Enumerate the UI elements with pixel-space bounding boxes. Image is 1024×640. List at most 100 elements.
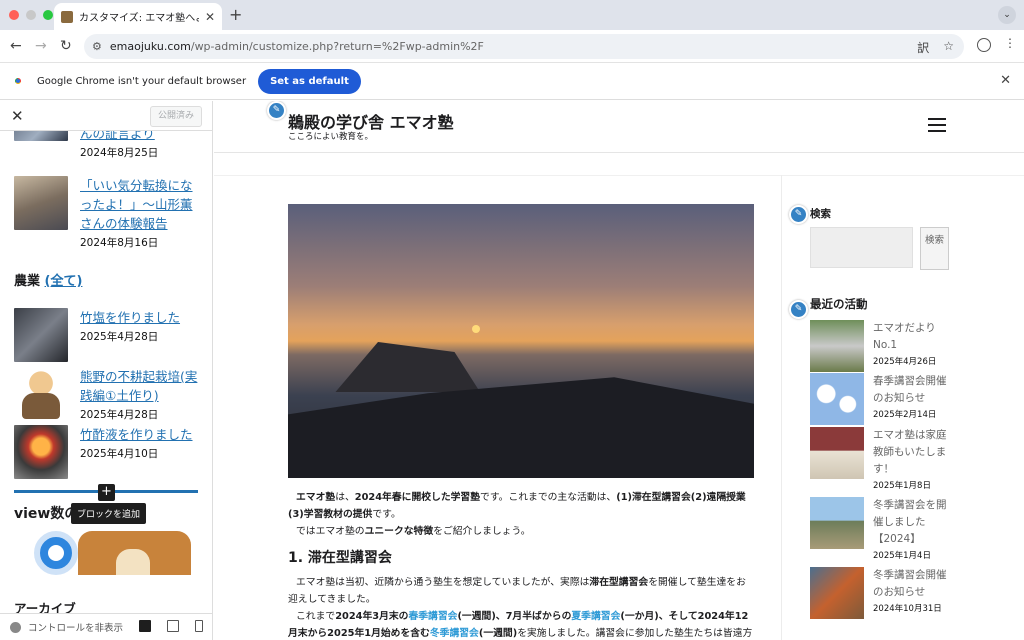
infobar-message: Google Chrome isn't your default browser (37, 75, 247, 87)
post-thumbnail[interactable] (14, 425, 68, 479)
search-button[interactable]: 検索 (920, 227, 949, 270)
site-info-icon[interactable]: ⚙ (92, 40, 102, 53)
recent-date: 2025年1月4日 (873, 551, 931, 561)
sidebar-divider (781, 175, 782, 640)
content-divider (214, 175, 1024, 176)
maximize-window-button[interactable] (43, 10, 53, 20)
reload-icon[interactable]: ↻ (60, 38, 72, 54)
edit-recent-widget-pencil-icon[interactable]: ✎ (789, 300, 808, 319)
tab-search-icon[interactable]: ⌄ (998, 6, 1016, 24)
recent-item: エマオ塾は家庭教師もいたします！ 2025年1月8日 (810, 427, 947, 491)
post-link[interactable]: 熊野の不耕起栽培(実践編①土作り) (80, 367, 200, 405)
article-paragraph: これまで2024年3月末の春季講習会(一週間)、7月半ばからの夏季講習会(一か月… (288, 611, 753, 639)
recent-date: 2025年2月14日 (873, 410, 937, 420)
post-thumbnail[interactable] (14, 176, 68, 230)
customizer-close-icon[interactable]: ✕ (11, 107, 24, 125)
post-date: 2024年8月25日 (80, 147, 159, 159)
recent-thumbnail[interactable] (810, 320, 864, 372)
recent-date: 2025年1月8日 (873, 481, 931, 491)
recent-date: 2024年10月31日 (873, 604, 942, 614)
article-paragraph: ではエマオ塾のユニークな特徴をご紹介しましょう。 (296, 526, 531, 537)
window-controls (9, 10, 53, 20)
url-path: /wp-admin/customize.php?return=%2Fwp-adm… (190, 40, 484, 53)
recent-link[interactable]: 冬季講習会開催のお知らせ (873, 567, 947, 601)
category-name: 農業 (14, 274, 41, 289)
browser-toolbar: ← → ↻ ⚙ emaojuku.com/wp-admin/customize.… (0, 30, 1024, 63)
url-host: emaojuku.com (109, 40, 191, 53)
recent-thumbnail[interactable] (810, 497, 864, 549)
section-heading: 1. 滞在型講習会 (288, 550, 392, 566)
list-item: 「いい気分転換になったよ！」〜山形薫さんの体験報告 2024年8月16日 (14, 176, 200, 250)
translate-icon[interactable]: 訳 (917, 39, 929, 56)
recent-date: 2025年4月26日 (873, 357, 937, 367)
default-browser-infobar: Google Chrome isn't your default browser… (0, 63, 1024, 100)
add-block-tooltip: ブロックを追加 (71, 503, 147, 524)
category-heading: 農業 (全て) (14, 270, 82, 289)
minimize-window-button[interactable] (26, 10, 36, 20)
browser-tab-strip: カスタマイズ: エマオ塾へようこ ✕ + ⌄ (0, 0, 1024, 30)
active-tab[interactable]: カスタマイズ: エマオ塾へようこ ✕ (54, 3, 222, 30)
recent-link[interactable]: 春季講習会開催のお知らせ (873, 373, 947, 407)
post-date: 2025年4月28日 (80, 331, 159, 343)
recent-thumbnail[interactable] (810, 373, 864, 425)
customizer-sidebar: ✕ 公開済み て！」〜稲本能子さんの証言より 2024年8月25日 「いい気分転… (0, 101, 213, 640)
view-count-badge-icon (34, 531, 78, 575)
tab-close-icon[interactable]: ✕ (205, 10, 215, 24)
site-favicon-icon (61, 10, 73, 23)
new-tab-icon[interactable]: + (229, 5, 242, 24)
tablet-preview-icon[interactable] (167, 620, 179, 632)
set-as-default-button[interactable]: Set as default (258, 68, 361, 94)
publish-button[interactable]: 公開済み (150, 106, 202, 127)
recent-item: エマオだよりNo.1 2025年4月26日 (810, 320, 947, 372)
recent-item: 冬季講習会を開催しました【2024】 2025年1月4日 (810, 497, 947, 561)
infobar-close-icon[interactable]: ✕ (1000, 73, 1011, 88)
recent-item: 冬季講習会開催のお知らせ 2024年10月31日 (810, 567, 947, 619)
article-paragraph: エマオ塾は当初、近隣から通う塾生を想定していましたが、実際は滞在型講習会を開催し… (288, 577, 746, 605)
add-block-button[interactable]: + (98, 484, 115, 501)
tab-title: カスタマイズ: エマオ塾へようこ (79, 13, 199, 24)
house-silhouette (335, 342, 480, 392)
recent-link[interactable]: エマオだよりNo.1 (873, 320, 947, 354)
post-thumbnail[interactable] (14, 308, 68, 362)
profile-icon[interactable] (977, 38, 991, 52)
customizer-header: ✕ 公開済み (0, 101, 212, 131)
category-all-link[interactable]: (全て) (45, 274, 83, 289)
site-tagline: こころによい教育を。 (288, 132, 374, 142)
edit-shortcut-pencil-icon[interactable]: ✎ (267, 101, 286, 120)
list-item: 竹酢液を作りました 2025年4月10日 (14, 425, 200, 479)
sun-shape (472, 325, 480, 333)
recent-link[interactable]: 冬季講習会を開催しました【2024】 (873, 497, 947, 548)
recent-widget-title: 最近の活動 (810, 297, 868, 311)
list-item: 竹塩を作りました 2025年4月28日 (14, 308, 200, 362)
post-date: 2025年4月28日 (80, 409, 159, 421)
back-icon[interactable]: ← (10, 38, 22, 54)
customizer-footer: コントロールを非表示 (0, 613, 212, 640)
post-date: 2024年8月16日 (80, 237, 159, 249)
edit-search-widget-pencil-icon[interactable]: ✎ (789, 205, 808, 224)
desktop-preview-icon[interactable] (139, 620, 151, 632)
close-window-button[interactable] (9, 10, 19, 20)
bear-illustration (78, 531, 191, 575)
hide-controls-label[interactable]: コントロールを非表示 (28, 620, 123, 634)
recent-thumbnail[interactable] (810, 427, 864, 479)
mobile-preview-icon[interactable] (195, 620, 203, 632)
post-thumbnail[interactable] (14, 367, 68, 421)
post-date: 2025年4月10日 (80, 448, 159, 460)
hide-controls-icon[interactable] (10, 621, 21, 633)
address-bar[interactable]: ⚙ emaojuku.com/wp-admin/customize.php?re… (84, 34, 964, 59)
recent-item: 春季講習会開催のお知らせ 2025年2月14日 (810, 373, 947, 425)
forward-icon[interactable]: → (35, 38, 47, 54)
site-header: ✎ 鵜殿の学び舎 エマオ塾 こころによい教育を。 (214, 101, 1024, 153)
recent-link[interactable]: エマオ塾は家庭教師もいたします！ (873, 427, 947, 478)
site-preview: ✎ 鵜殿の学び舎 エマオ塾 こころによい教育を。 エマオ塾は、2024年春に開校… (214, 101, 1024, 640)
post-link[interactable]: 竹塩を作りました (80, 308, 200, 327)
post-link[interactable]: 「いい気分転換になったよ！」〜山形薫さんの体験報告 (80, 176, 200, 233)
article-body: エマオ塾は、2024年春に開校した学習塾です。これまでの主な活動は、(1)滞在型… (288, 489, 754, 640)
bookmark-star-icon[interactable]: ☆ (943, 39, 954, 56)
post-link[interactable]: 竹酢液を作りました (80, 425, 200, 444)
hamburger-menu-icon[interactable] (928, 118, 946, 136)
chrome-menu-icon[interactable]: ⋮ (1004, 36, 1016, 50)
list-item: 熊野の不耕起栽培(実践編①土作り) 2025年4月28日 (14, 367, 200, 422)
recent-thumbnail[interactable] (810, 567, 864, 619)
search-input[interactable] (810, 227, 913, 268)
